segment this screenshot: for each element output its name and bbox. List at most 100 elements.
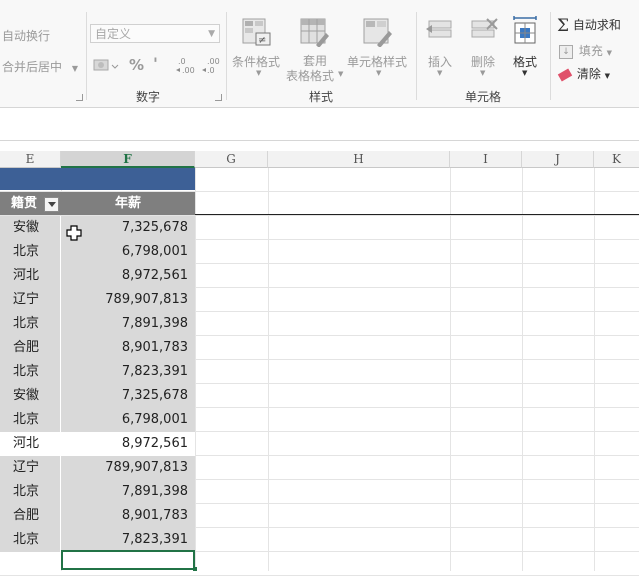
cell-salary[interactable]: 7,823,391 — [61, 360, 195, 384]
table-row[interactable]: 辽宁 789,907,813 — [0, 288, 195, 312]
comma-style-button[interactable]: ' — [153, 54, 158, 73]
column-header-label: G — [226, 152, 236, 166]
cell-salary[interactable]: 8,972,561 — [61, 432, 195, 456]
delete-cells-button[interactable]: 删除 ▼ — [467, 17, 501, 83]
format-as-table-button[interactable]: 套用 表格格式 ▼ — [286, 17, 344, 85]
table-row[interactable]: 北京 6,798,001 — [0, 240, 195, 264]
chevron-down-icon: ▼ — [522, 69, 528, 77]
table-row[interactable]: 河北 8,972,561 — [0, 432, 195, 456]
cell-salary[interactable]: 6,798,001 — [61, 240, 195, 264]
chevron-down-icon: ▼ — [437, 69, 443, 77]
number-format-select[interactable]: 自定义 ▼ — [90, 24, 220, 43]
styles-group-label: 样式 — [309, 90, 334, 104]
accounting-format-button[interactable] — [93, 57, 119, 75]
clear-button[interactable]: 清除 ▼ — [557, 65, 610, 82]
cell-styles-icon — [363, 18, 392, 47]
autosum-label: 自动求和 — [572, 18, 621, 32]
filter-dropdown-icon[interactable] — [44, 197, 59, 212]
clear-label: 清除 — [576, 67, 601, 81]
cell-salary[interactable]: 789,907,813 — [61, 456, 195, 480]
number-group-label: 数字 — [136, 90, 161, 104]
insert-label: 插入 — [428, 55, 453, 69]
table-row[interactable]: 河北 8,972,561 — [0, 264, 195, 288]
cell-native[interactable]: 合肥 — [0, 336, 61, 360]
table-row[interactable]: 北京 7,891,398 — [0, 480, 195, 504]
insert-cells-button[interactable]: 插入 ▼ — [424, 17, 458, 83]
gridline — [522, 168, 523, 571]
cell-native[interactable]: 河北 — [0, 432, 61, 456]
wrap-text-label: 自动换行 — [2, 29, 51, 43]
formula-bar[interactable] — [0, 108, 639, 141]
column-header-g[interactable]: G — [195, 151, 268, 168]
autosum-button[interactable]: Σ 自动求和 — [557, 16, 621, 36]
cell-native[interactable]: 北京 — [0, 480, 61, 504]
conditional-formatting-label: 条件格式 — [232, 55, 281, 69]
decrease-decimal-button[interactable]: .00 .0 — [202, 56, 224, 76]
column-header-label: F — [123, 152, 132, 166]
column-header-j[interactable]: J — [522, 151, 594, 168]
column-header-i[interactable]: I — [450, 151, 522, 168]
cell-salary[interactable]: 7,325,678 — [61, 384, 195, 408]
cells-group-label: 单元格 — [465, 90, 502, 104]
cell-native[interactable]: 北京 — [0, 240, 61, 264]
cell-salary[interactable]: 7,891,398 — [61, 480, 195, 504]
chevron-down-icon: ▼ — [71, 64, 78, 73]
conditional-format-icon: ≠ — [242, 18, 271, 46]
cell-salary[interactable]: 8,901,783 — [61, 504, 195, 528]
wrap-text-button[interactable]: 自动换行 — [2, 27, 50, 44]
cell-native[interactable]: 北京 — [0, 312, 61, 336]
fill-handle[interactable] — [193, 567, 197, 571]
cell-styles-button[interactable]: 单元格样式 ▼ — [347, 17, 409, 83]
cell-native[interactable]: 河北 — [0, 264, 61, 288]
table-row[interactable]: 安徽 7,325,678 — [0, 216, 195, 240]
cell-native[interactable]: 辽宁 — [0, 456, 61, 480]
chevron-down-icon: ▼ — [480, 69, 486, 77]
format-cells-button[interactable]: 格式 ▼ — [508, 15, 542, 83]
cell-salary[interactable]: 6,798,001 — [61, 408, 195, 432]
header-underline — [195, 214, 639, 215]
cell-native[interactable]: 北京 — [0, 408, 61, 432]
table-row[interactable]: 合肥 8,901,783 — [0, 504, 195, 528]
table-row[interactable]: 北京 7,823,391 — [0, 528, 195, 552]
decrease-decimal-icon: .00 .0 — [202, 57, 220, 75]
table-title-band — [0, 168, 195, 190]
percent-icon: % — [129, 56, 145, 74]
cell-native[interactable]: 北京 — [0, 360, 61, 384]
increase-decimal-button[interactable]: .0 .00 — [176, 56, 198, 76]
conditional-formatting-button[interactable]: ≠ 条件格式 ▼ — [232, 17, 284, 83]
fill-button[interactable]: ↓ 填充 ▼ — [559, 42, 612, 59]
column-header-label: H — [353, 152, 364, 166]
cell-salary[interactable]: 8,972,561 — [61, 264, 195, 288]
column-header-k[interactable]: K — [594, 151, 639, 168]
merge-center-label: 合并后居中 — [2, 60, 63, 74]
cell-salary[interactable]: 789,907,813 — [61, 288, 195, 312]
cell-native[interactable]: 合肥 — [0, 504, 61, 528]
table-row[interactable]: 辽宁 789,907,813 — [0, 456, 195, 480]
insert-cells-icon — [426, 20, 452, 38]
table-row[interactable]: 北京 6,798,001 — [0, 408, 195, 432]
cell-native[interactable]: 安徽 — [0, 384, 61, 408]
table-row[interactable]: 安徽 7,325,678 — [0, 384, 195, 408]
cell-native[interactable]: 北京 — [0, 528, 61, 552]
table-row[interactable]: 北京 7,891,398 — [0, 312, 195, 336]
cell-salary[interactable]: 8,901,783 — [61, 336, 195, 360]
number-launcher-icon[interactable] — [215, 94, 222, 101]
table-row[interactable]: 北京 7,823,391 — [0, 360, 195, 384]
column-header-h[interactable]: H — [268, 151, 450, 168]
column-header-f[interactable]: F — [61, 151, 195, 168]
alignment-launcher-icon[interactable] — [76, 94, 83, 101]
merge-center-button[interactable]: 合并后居中 ▼ — [2, 58, 78, 75]
active-cell[interactable] — [61, 550, 195, 570]
currency-icon — [93, 59, 119, 71]
cell-salary[interactable]: 7,823,391 — [61, 528, 195, 552]
cell-salary[interactable]: 7,891,398 — [61, 312, 195, 336]
ribbon: 自动换行 合并后居中 ▼ 自定义 ▼ % ' .0 .00 .00 .0 数字 … — [0, 0, 639, 108]
column-header-e[interactable]: E — [0, 151, 61, 168]
cell-native[interactable]: 辽宁 — [0, 288, 61, 312]
percent-style-button[interactable]: % — [129, 56, 144, 74]
cell-native[interactable]: 安徽 — [0, 216, 61, 240]
fill-down-icon: ↓ — [559, 44, 573, 59]
formula-gap — [0, 141, 639, 151]
gridline — [195, 168, 196, 571]
table-row[interactable]: 合肥 8,901,783 — [0, 336, 195, 360]
